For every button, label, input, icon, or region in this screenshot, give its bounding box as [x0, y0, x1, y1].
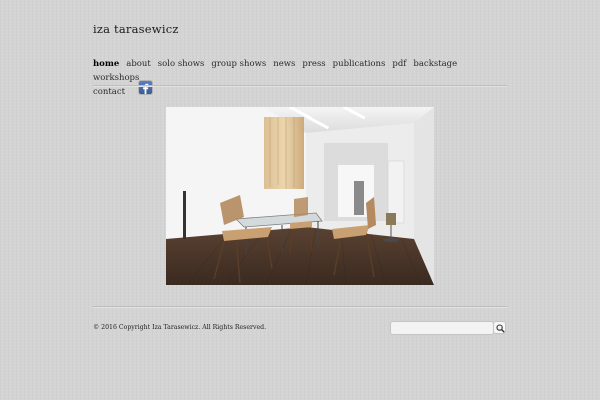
nav-item-about[interactable]: about	[126, 57, 151, 71]
footer-divider	[93, 306, 507, 308]
nav-item-group-shows[interactable]: group shows	[211, 57, 266, 71]
magnifier-icon	[496, 324, 505, 333]
nav-item-backstage[interactable]: backstage	[413, 57, 457, 71]
nav-item-home[interactable]: home	[93, 57, 119, 71]
nav-item-workshops[interactable]: workshops	[93, 71, 139, 85]
header-divider	[93, 85, 507, 87]
nav-item-news[interactable]: news	[273, 57, 295, 71]
nav-item-solo-shows[interactable]: solo shows	[158, 57, 205, 71]
exhibition-photo[interactable]	[166, 107, 434, 285]
nav-item-contact[interactable]: contact	[93, 85, 125, 99]
search-button[interactable]	[493, 321, 506, 334]
nav-item-pdf[interactable]: pdf	[392, 57, 406, 71]
nav-item-publications[interactable]: publications	[333, 57, 386, 71]
main-nav: home about solo shows group shows news press p…	[93, 57, 507, 99]
facebook-icon[interactable]	[139, 81, 153, 94]
search-input[interactable]	[390, 321, 494, 335]
nav-item-press[interactable]: press	[302, 57, 325, 71]
site-title[interactable]: iza tarasewicz	[93, 22, 179, 36]
copyright-text: © 2016 Copyright Iza Tarasewicz. All Rig…	[93, 324, 267, 331]
